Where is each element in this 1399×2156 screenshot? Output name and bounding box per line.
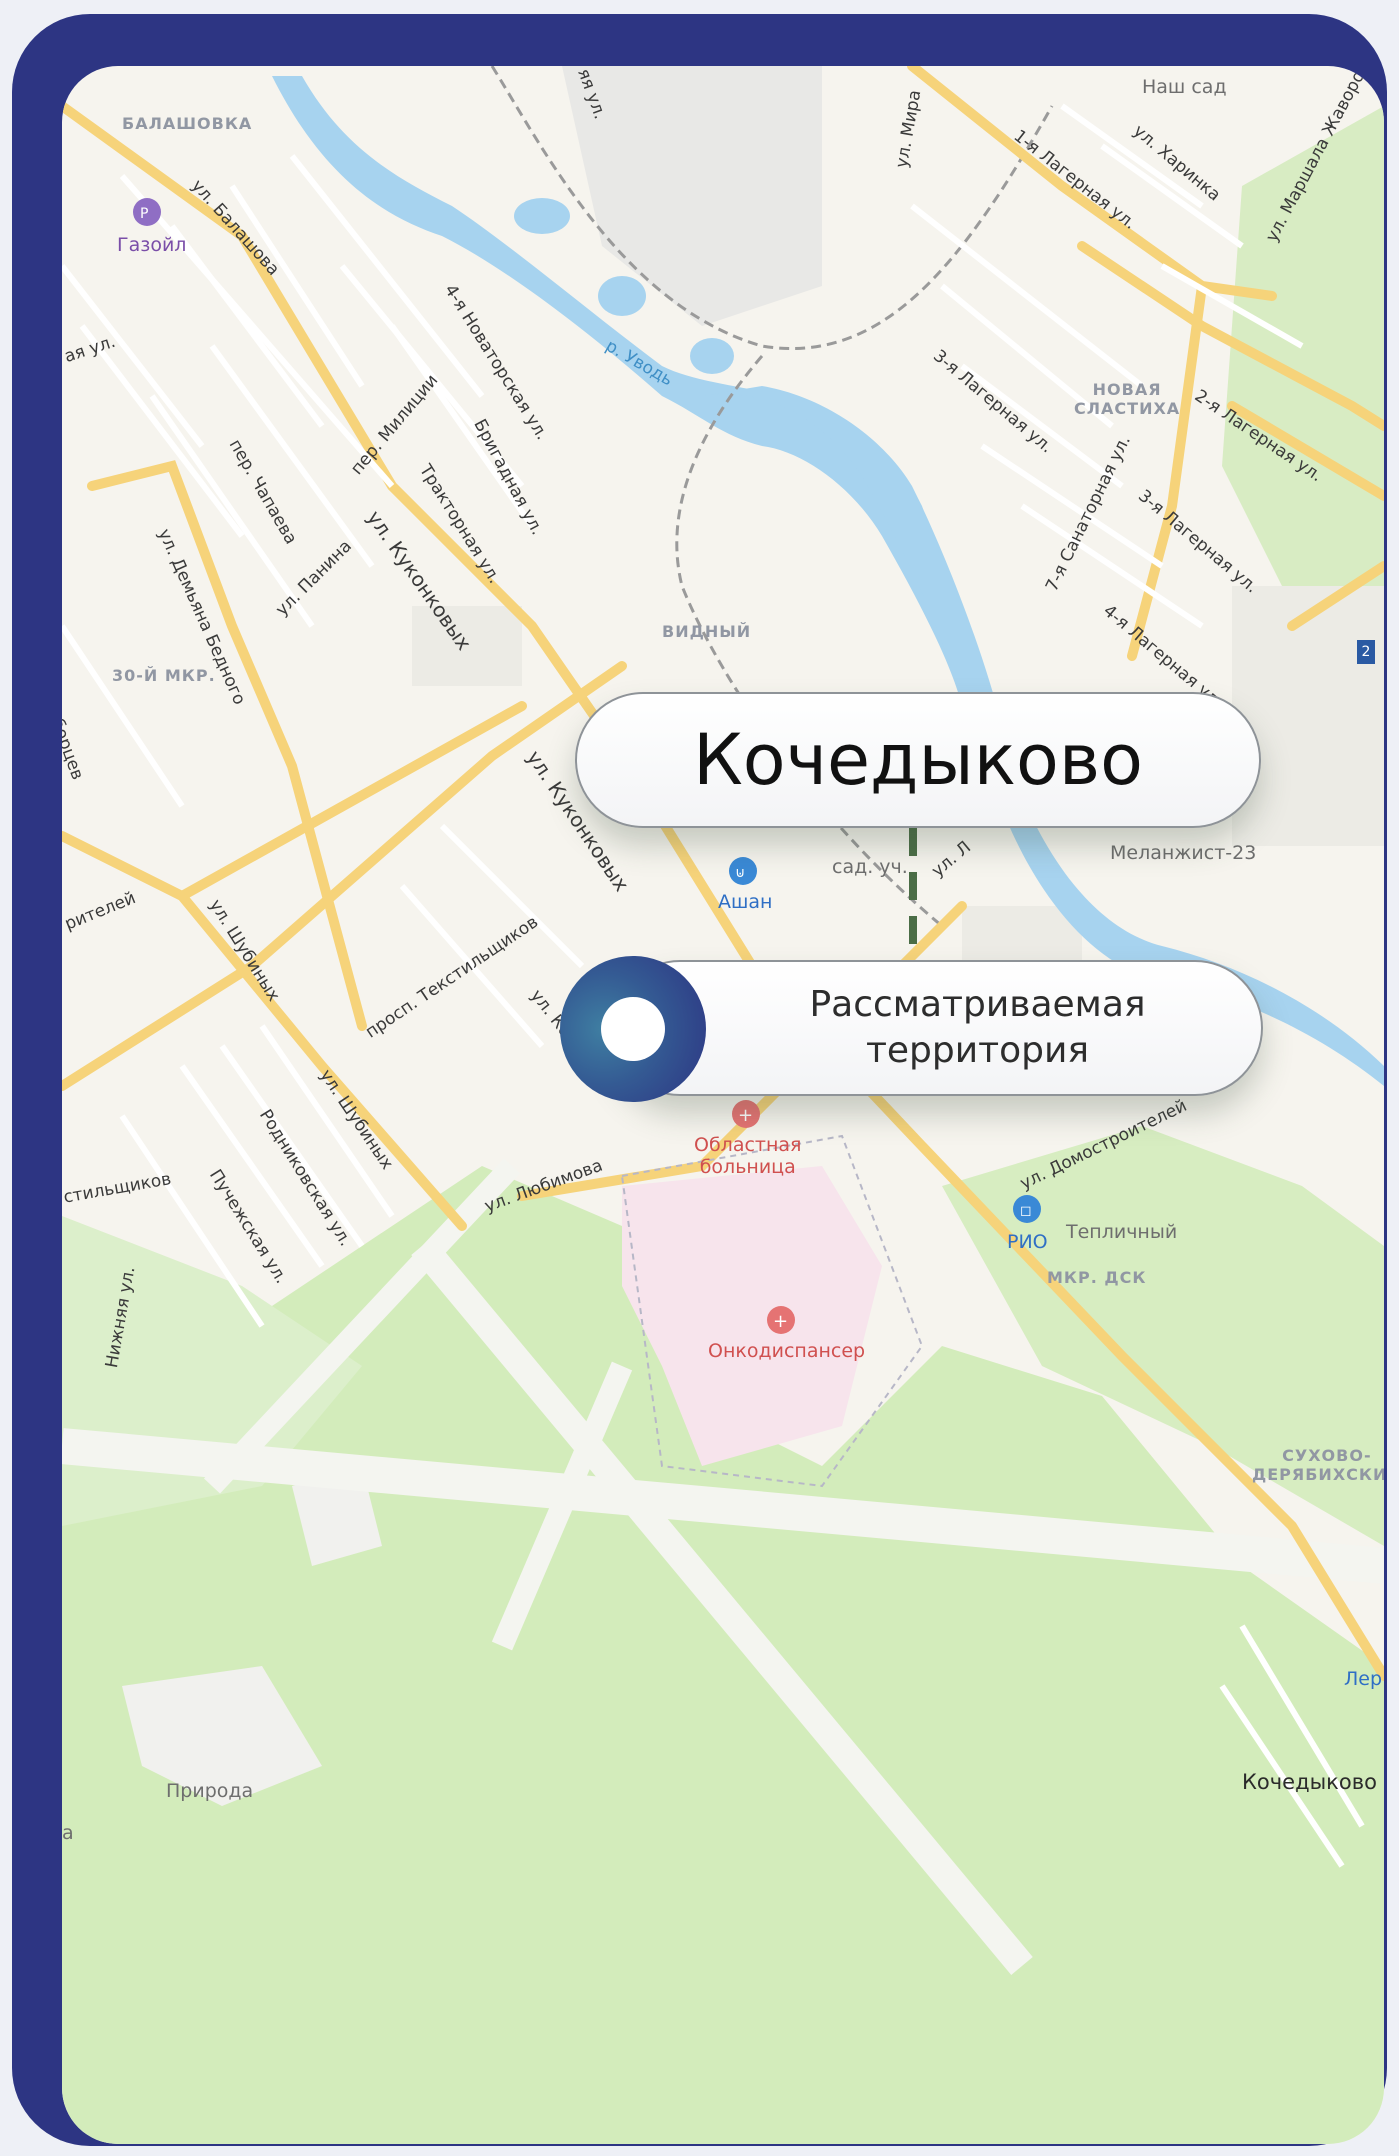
location-title-pill: Кочедыково xyxy=(575,692,1261,828)
label-rio[interactable]: РИО xyxy=(1007,1231,1048,1253)
label-ashan[interactable]: Ашан xyxy=(718,891,772,913)
label-melanzhist: Меланжист-23 xyxy=(1110,842,1257,864)
road-number-badge: 2 xyxy=(1357,640,1375,664)
rio-bag: ◻ xyxy=(1020,1203,1032,1219)
connector-dashed-line xyxy=(909,828,917,960)
label-onkodispanser[interactable]: Онкодиспансер xyxy=(708,1340,865,1362)
label-gazoil: Газойл xyxy=(117,234,187,256)
hospital-cross: + xyxy=(738,1105,753,1126)
territory-pill: Рассматриваемая территория xyxy=(612,960,1263,1096)
label-oblastnaya[interactable]: Областная больница xyxy=(694,1134,801,1178)
ashan-cart: ⊍ xyxy=(735,865,745,881)
label-teplichny: Тепличный xyxy=(1066,1221,1178,1243)
label-mkr30: 30-Й МКР. xyxy=(112,666,216,685)
label-novaya-slastiha: НОВАЯ СЛАСТИХА xyxy=(1074,380,1181,418)
label-nashsad: Наш сад xyxy=(1142,76,1227,98)
label-balashovka: БАЛАШОВКА xyxy=(122,114,253,133)
label-sad-uch: сад. уч. xyxy=(832,856,908,878)
label-vidny: ВИДНЫЙ xyxy=(662,622,752,641)
map-view[interactable]: + + ⊍ ◻ P БАЛАШОВКА Газойл ул. Балашова … xyxy=(62,66,1384,2144)
label-mkr-dsk: МКР. ДСК xyxy=(1047,1268,1147,1287)
label-a-edge: а xyxy=(62,1822,74,1844)
block-c xyxy=(1232,586,1384,846)
pond-3 xyxy=(690,338,734,374)
label-ler: Лер xyxy=(1344,1668,1383,1690)
pond-2 xyxy=(598,276,646,316)
location-marker-icon[interactable] xyxy=(560,956,706,1102)
marker-center-dot xyxy=(601,997,665,1061)
label-priroda: Природа xyxy=(166,1780,254,1802)
onko-cross: + xyxy=(773,1311,788,1332)
gazoil-pump: P xyxy=(140,206,148,222)
label-suhovo: СУХОВО- ДЕРЯБИХСКИЙ xyxy=(1252,1446,1384,1484)
pond-1 xyxy=(514,198,570,234)
label-kochedykovo-map: Кочедыково xyxy=(1242,1770,1377,1794)
